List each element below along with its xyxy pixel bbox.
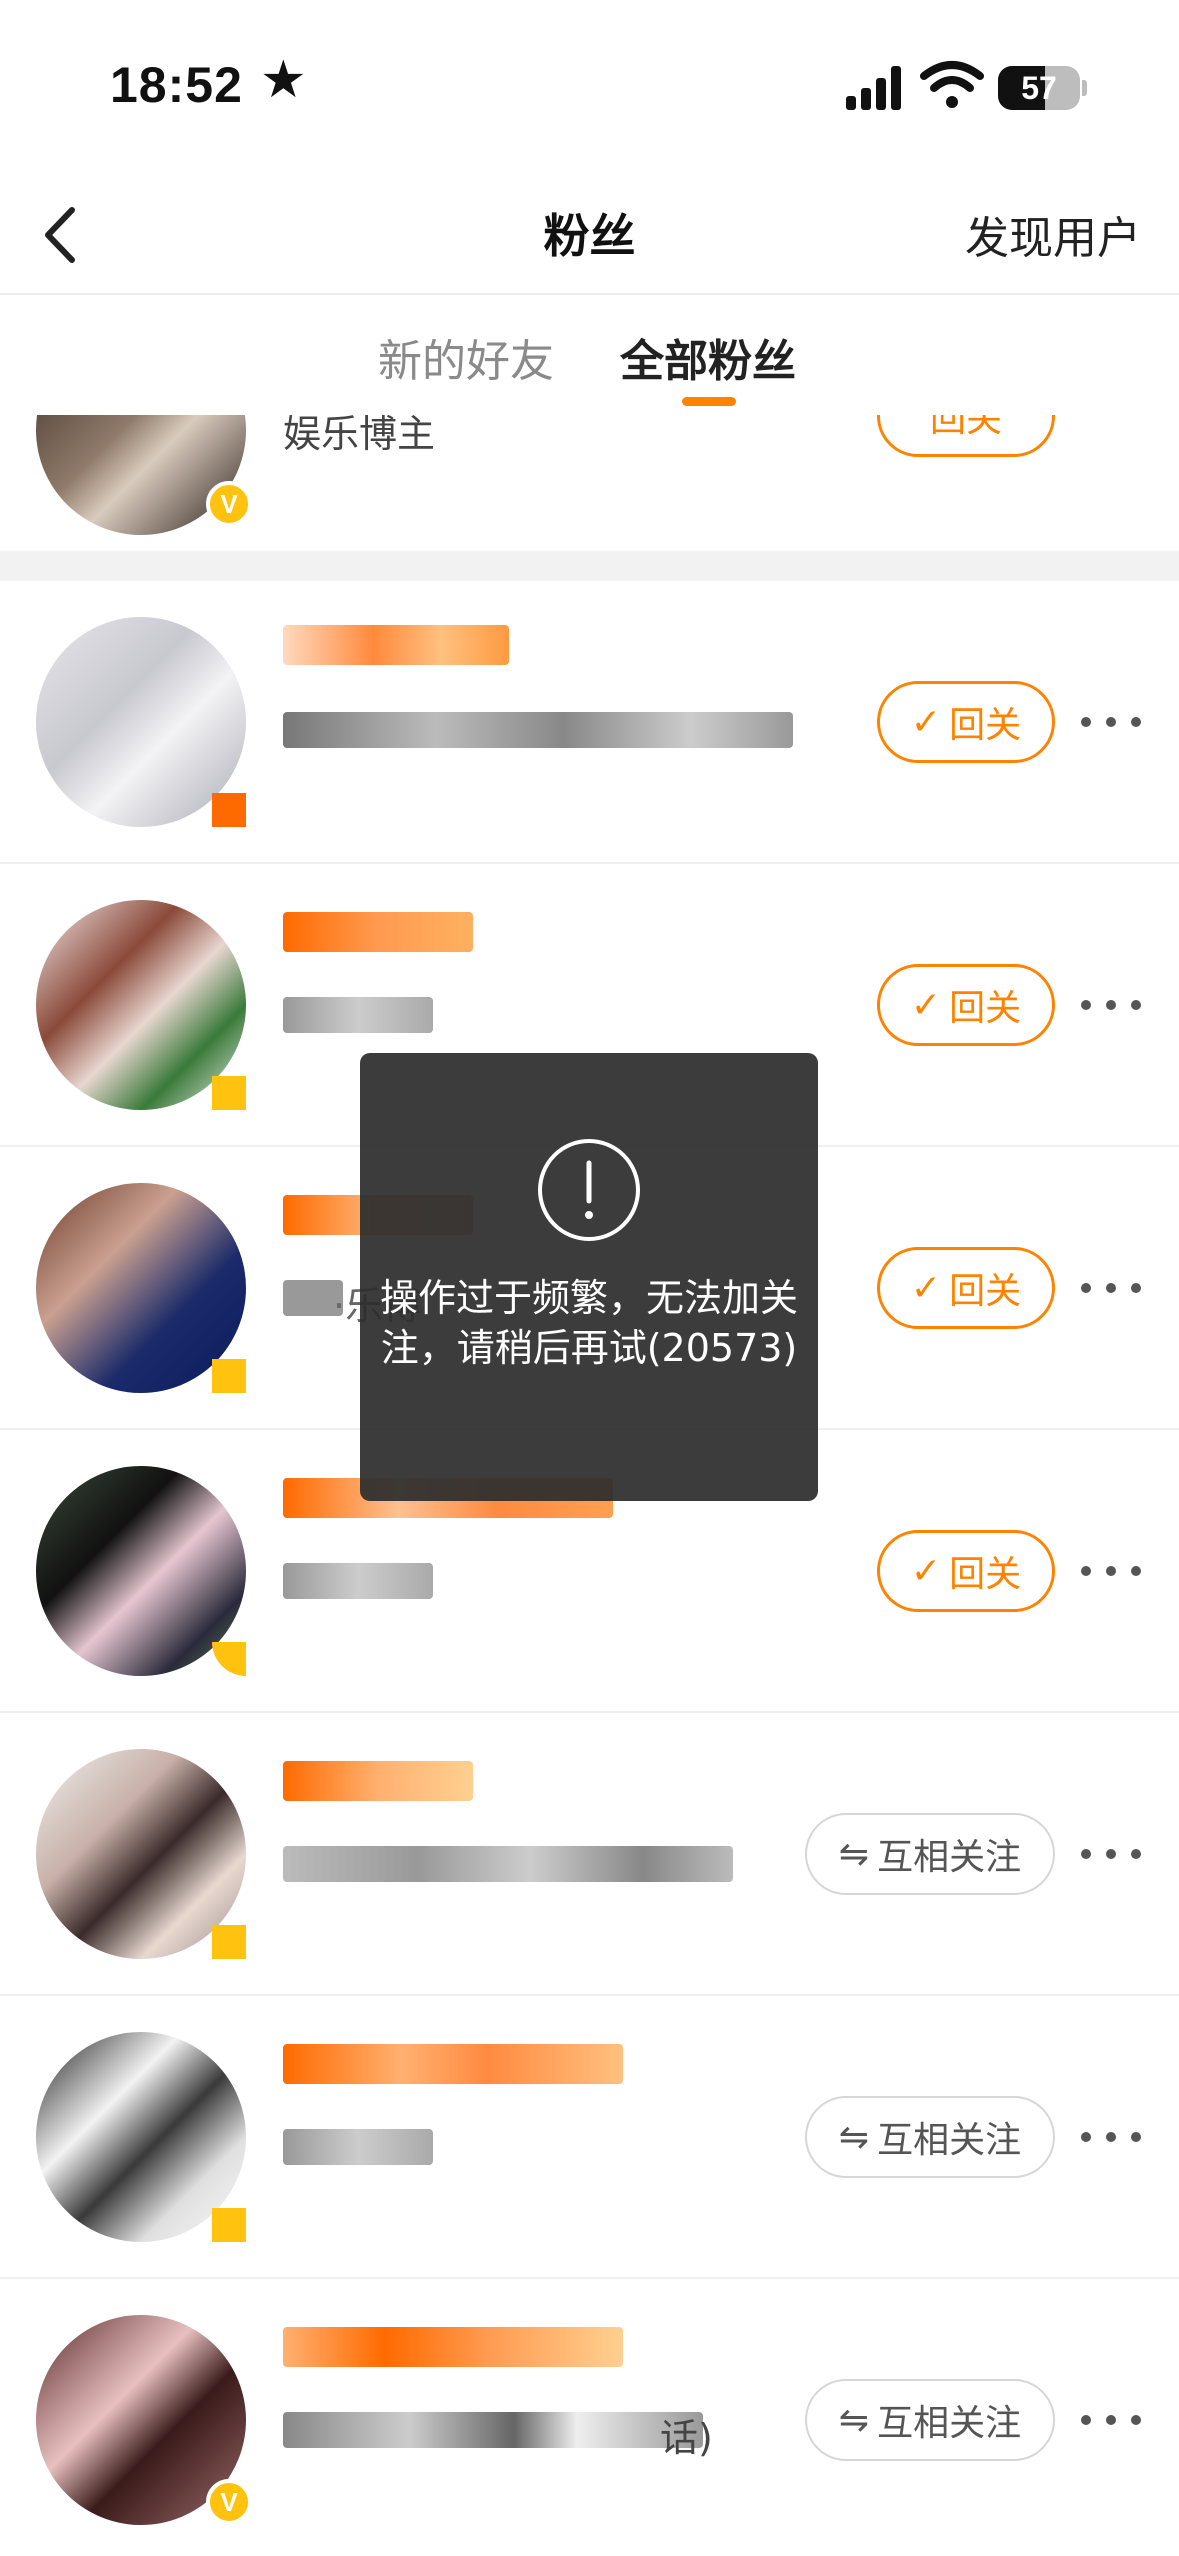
- more-options-icon[interactable]: [1081, 1824, 1141, 1884]
- list-item[interactable]: ✓ 回关: [0, 581, 1179, 864]
- username-blurred: [283, 625, 509, 665]
- vip-badge-icon: [212, 793, 246, 827]
- tab-new-friends[interactable]: 新的好友: [378, 325, 554, 389]
- follow-back-label: 回关: [929, 415, 1002, 440]
- discover-users-link[interactable]: 发现用户: [965, 202, 1141, 266]
- verified-badge-icon: V: [206, 481, 252, 527]
- nav-bar: 粉丝 发现用户: [0, 170, 1179, 295]
- cellular-signal-icon: [846, 66, 906, 110]
- more-options-icon[interactable]: [1081, 1258, 1141, 1318]
- tab-all-fans[interactable]: 全部粉丝: [620, 325, 796, 389]
- user-description-fragment: 话): [660, 2416, 713, 2460]
- check-icon: ✓: [910, 984, 942, 1026]
- username-blurred: [283, 1761, 473, 1801]
- mutual-follow-button[interactable]: ⇋ 互相关注: [805, 1813, 1055, 1895]
- wifi-icon: [920, 61, 984, 108]
- follow-back-button[interactable]: ✓ 回关: [877, 964, 1055, 1046]
- follow-back-label: 回关: [949, 1554, 1022, 1595]
- follow-back-label: 回关: [949, 988, 1022, 1029]
- mutual-follow-label: 互相关注: [877, 2120, 1022, 2161]
- follow-back-label: 回关: [949, 705, 1022, 746]
- list-item[interactable]: ⇋ 互相关注: [0, 1713, 1179, 1996]
- list-item[interactable]: V 娱乐博主 回关: [0, 415, 1179, 551]
- description-blurred: [283, 1563, 433, 1599]
- description-blurred: [283, 997, 433, 1033]
- username-blurred: [283, 912, 473, 952]
- check-icon: ✓: [910, 1550, 942, 1592]
- more-options-icon[interactable]: [1081, 975, 1141, 1035]
- description-blurred: [283, 2129, 433, 2165]
- check-icon: ✓: [910, 701, 942, 743]
- follow-back-button[interactable]: 回关: [877, 415, 1055, 457]
- mutual-arrows-icon: ⇋: [838, 2116, 870, 2158]
- username-blurred: [283, 2327, 623, 2367]
- more-options-icon[interactable]: [1081, 2390, 1141, 2450]
- battery-tip: [1082, 80, 1087, 96]
- vip-badge-icon: [212, 1076, 246, 1110]
- check-icon: ✓: [910, 1267, 942, 1309]
- follow-back-button[interactable]: ✓ 回关: [877, 1247, 1055, 1329]
- follow-back-button[interactable]: ✓ 回关: [877, 1530, 1055, 1612]
- list-item[interactable]: ⇋ 互相关注: [0, 1996, 1179, 2279]
- vip-badge-icon: [212, 1642, 246, 1676]
- star-icon: ★: [260, 50, 307, 110]
- user-description: 娱乐博主: [283, 415, 436, 456]
- status-bar: 18:52 ★ 57: [0, 0, 1179, 170]
- vip-badge-icon: [212, 2208, 246, 2242]
- toast-message: 操作过于频繁，无法加关注，请稍后再试(20573): [380, 1276, 799, 1370]
- mutual-arrows-icon: ⇋: [838, 2399, 870, 2441]
- username-blurred: [283, 2044, 623, 2084]
- follow-back-button[interactable]: ✓ 回关: [877, 681, 1055, 763]
- battery-icon: 57: [998, 66, 1080, 110]
- verified-badge-icon: V: [206, 2479, 252, 2525]
- error-toast: 操作过于频繁，无法加关注，请稍后再试(20573): [360, 1053, 818, 1501]
- description-blurred: [283, 712, 793, 748]
- mutual-follow-label: 互相关注: [877, 1837, 1022, 1878]
- mutual-arrows-icon: ⇋: [838, 1833, 870, 1875]
- mutual-follow-button[interactable]: ⇋ 互相关注: [805, 2096, 1055, 2178]
- list-item[interactable]: V 话) ⇋ 互相关注: [0, 2279, 1179, 2556]
- section-divider: [0, 551, 1179, 581]
- vip-badge-icon: [212, 1925, 246, 1959]
- vip-badge-icon: [212, 1359, 246, 1393]
- active-tab-indicator: [682, 397, 736, 406]
- description-blurred: [283, 1846, 733, 1882]
- mutual-follow-label: 互相关注: [877, 2403, 1022, 2444]
- status-time: 18:52: [110, 57, 243, 113]
- battery-level: 57: [1021, 70, 1057, 106]
- more-options-icon[interactable]: [1081, 1541, 1141, 1601]
- follow-back-label: 回关: [949, 1271, 1022, 1312]
- more-options-icon[interactable]: [1081, 2107, 1141, 2167]
- description-blurred: [283, 2412, 703, 2448]
- exclamation-icon: [538, 1139, 640, 1241]
- tab-bar: 新的好友 全部粉丝: [0, 295, 1179, 415]
- more-options-icon[interactable]: [1081, 692, 1141, 752]
- mutual-follow-button[interactable]: ⇋ 互相关注: [805, 2379, 1055, 2461]
